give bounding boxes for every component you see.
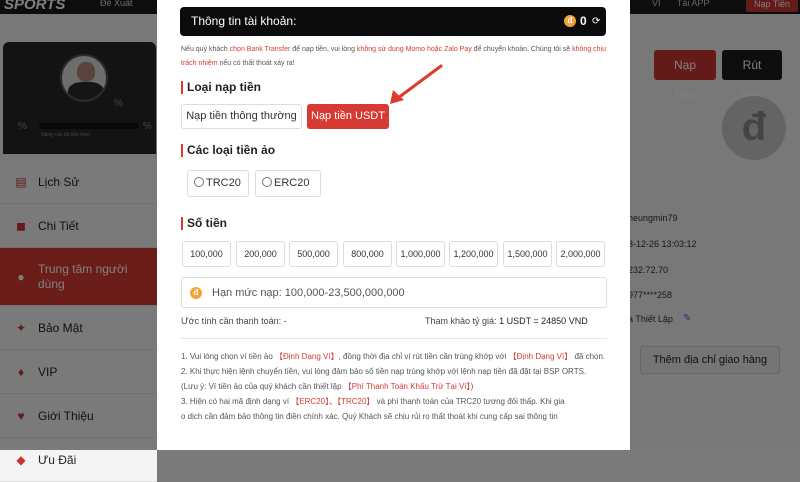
sidebar-item-label: Ưu Đãi xyxy=(38,452,77,467)
annotation-arrow-icon xyxy=(390,64,443,104)
promo-icon: ◆ xyxy=(16,452,26,467)
